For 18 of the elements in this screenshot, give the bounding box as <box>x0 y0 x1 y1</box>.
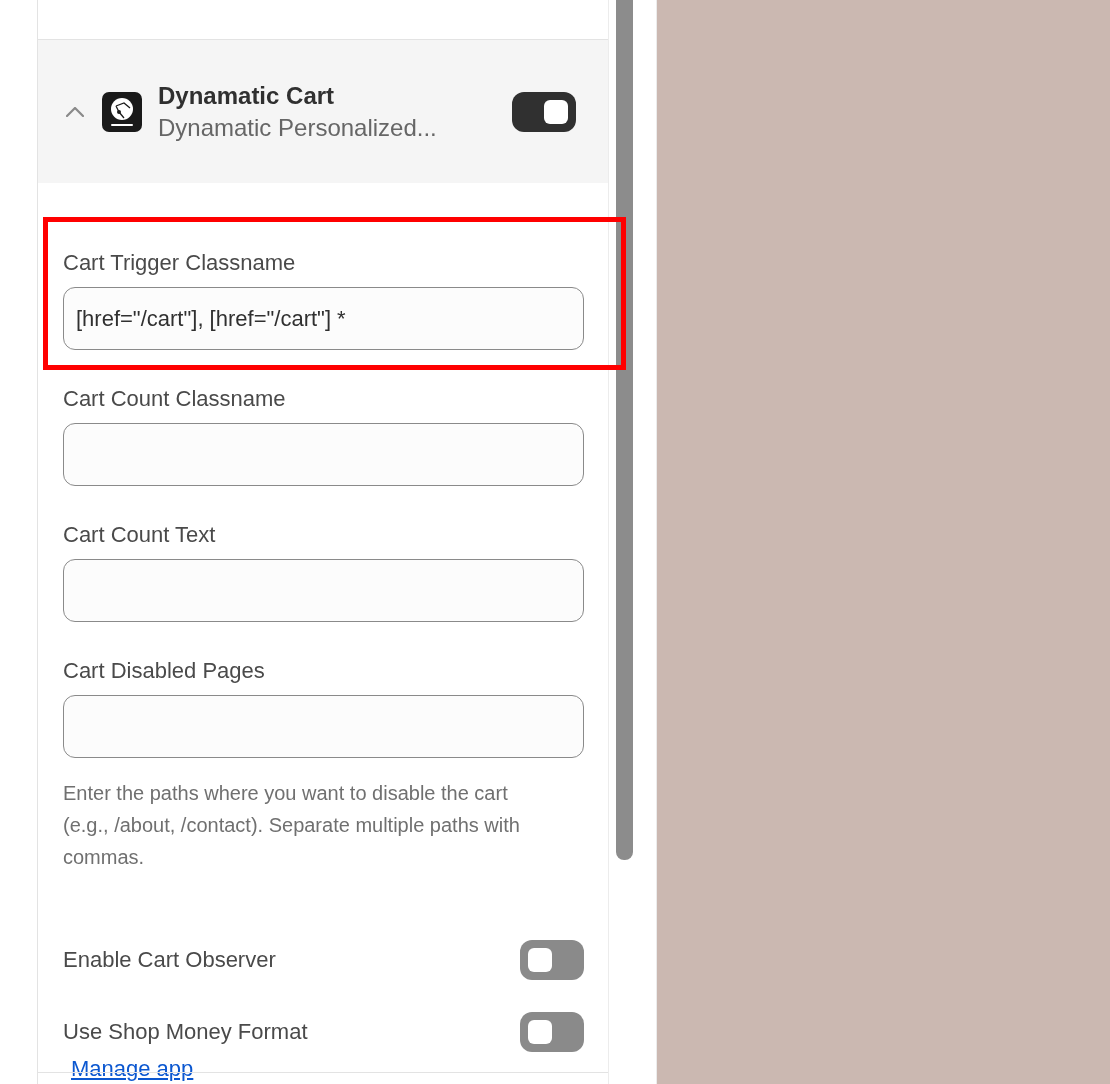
help-text: Enter the paths where you want to disable the cart (e.g., /about, /contact). Separate multiple paths with commas. <box>63 781 521 870</box>
field-label: Cart Trigger Classname <box>63 249 297 277</box>
field-label: Cart Count Text <box>63 521 217 549</box>
app-logo-icon <box>102 91 142 132</box>
input-field[interactable]: [href="/cart"], [href="/cart"] * <box>63 287 584 350</box>
app-subtitle: Dynamatic Personalized... <box>158 113 438 142</box>
input-field[interactable] <box>63 695 584 758</box>
scrollbar-thumb[interactable] <box>616 0 633 860</box>
field-label: Cart Count Classname <box>63 385 287 413</box>
toggle-label: Use Shop Money Format <box>63 1018 308 1046</box>
toggle-switch[interactable] <box>520 940 584 980</box>
toggle-switch[interactable] <box>520 1012 584 1052</box>
app-title: Dynamatic Cart <box>158 81 336 110</box>
input-field[interactable] <box>63 423 584 486</box>
input-field[interactable] <box>63 559 584 622</box>
field-label: Cart Disabled Pages <box>63 657 266 685</box>
app-toggle[interactable] <box>512 91 576 132</box>
toggle-label: Enable Cart Observer <box>63 946 276 974</box>
